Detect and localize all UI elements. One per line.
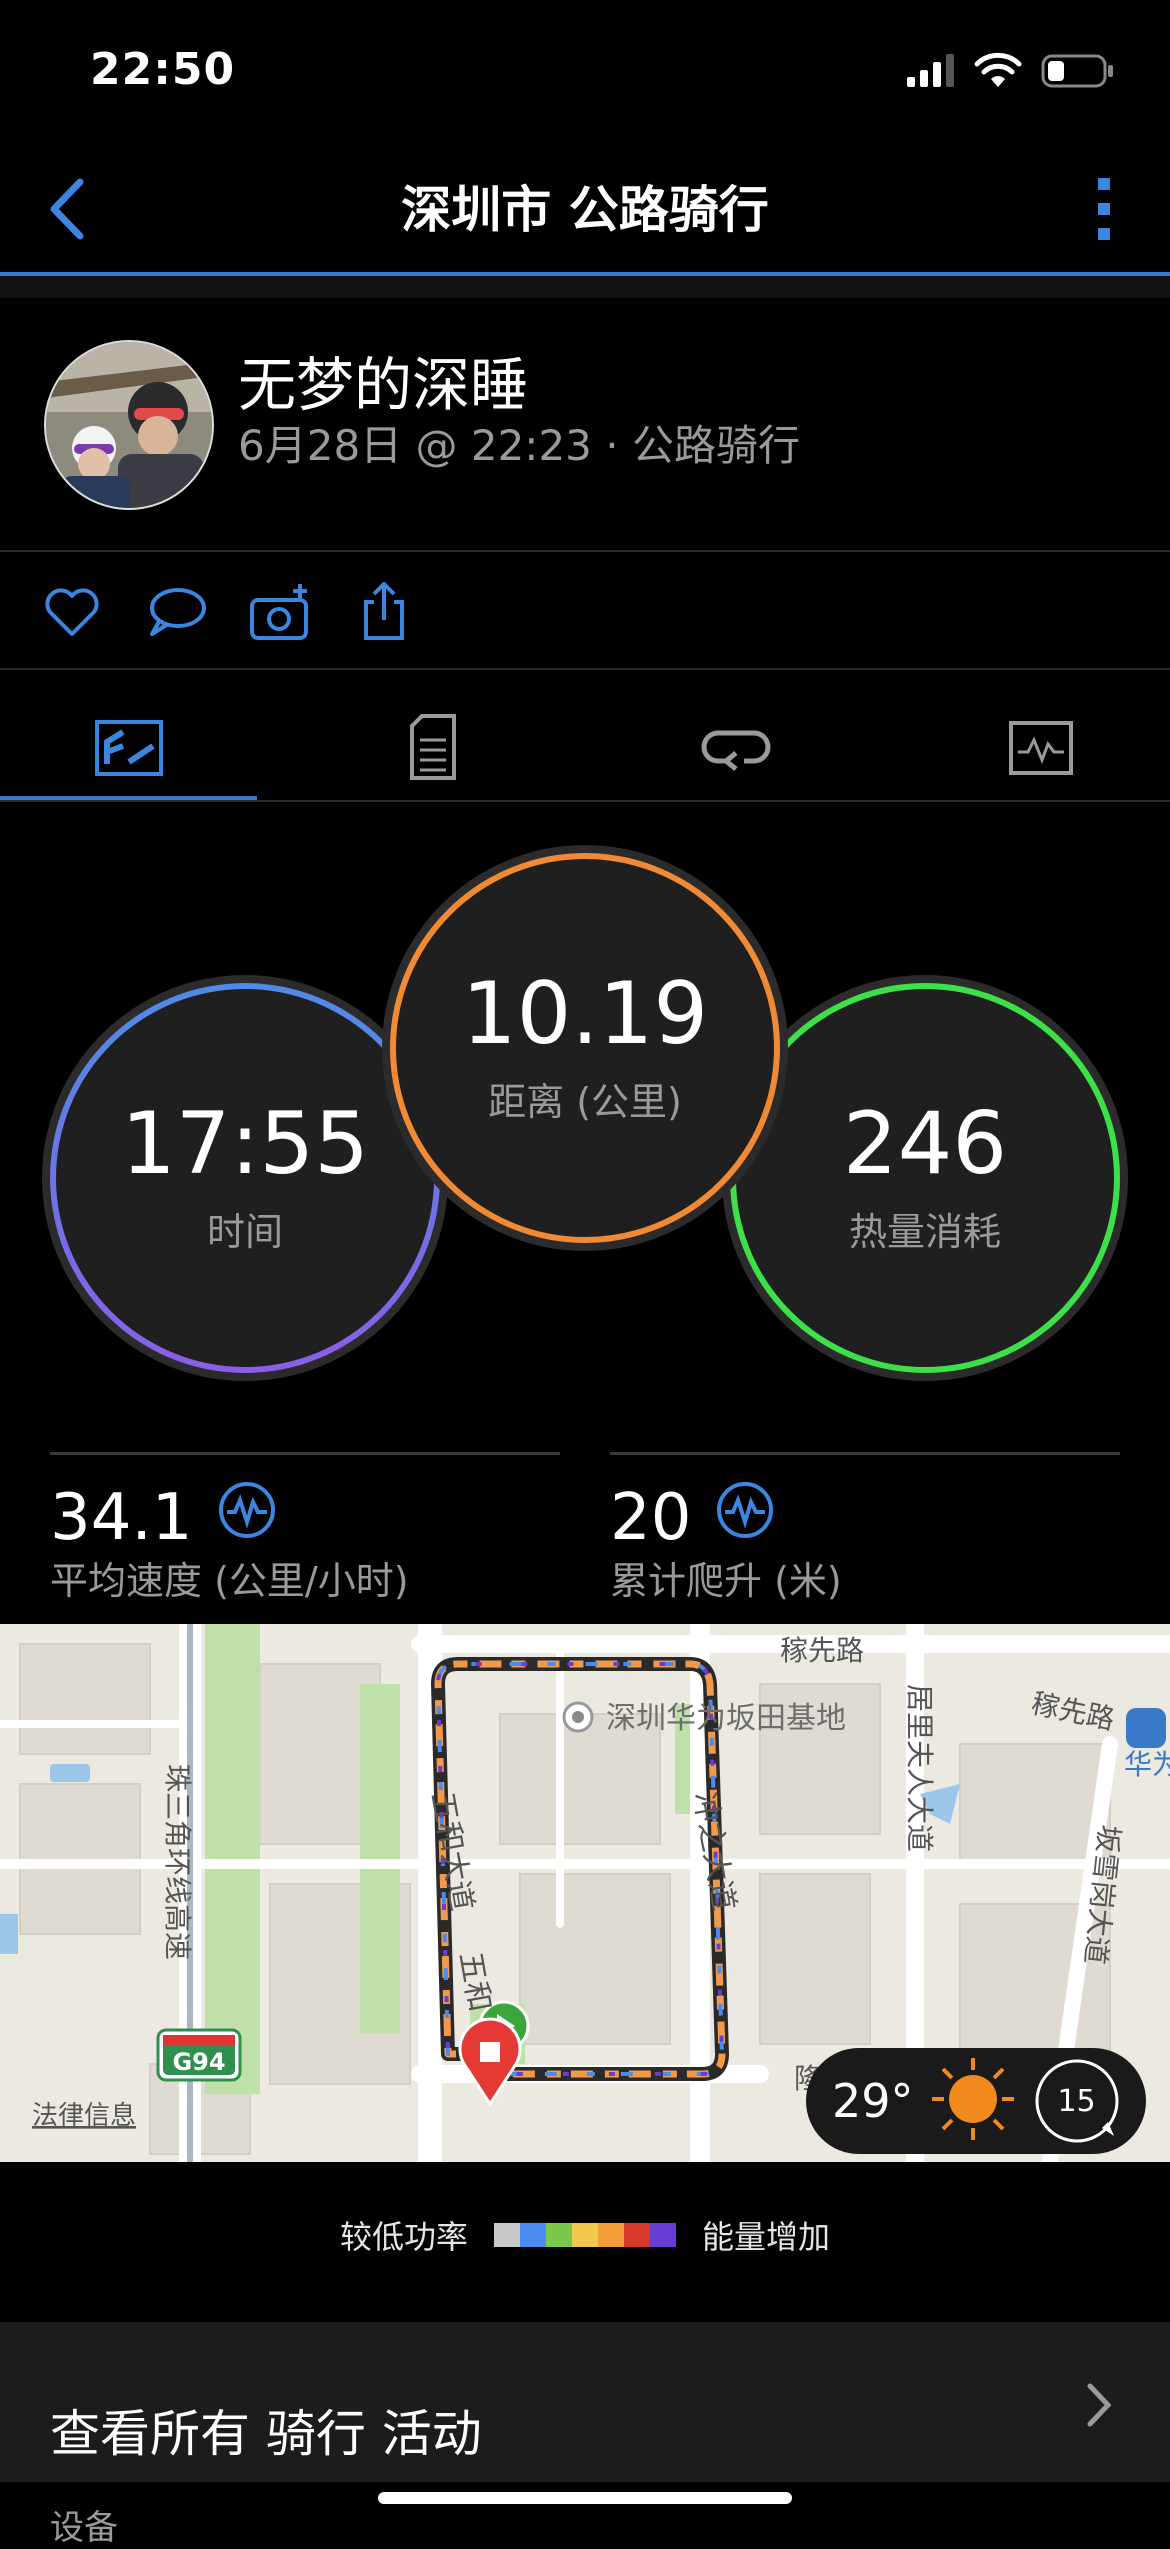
highway-shield: G94 bbox=[172, 2048, 225, 2076]
device-section-title: 设备 bbox=[50, 2508, 118, 2548]
calories-label: 热量消耗 bbox=[848, 1209, 1001, 1254]
signal-icon bbox=[905, 53, 955, 93]
action-bar bbox=[40, 580, 416, 644]
divider bbox=[0, 800, 1170, 802]
ascent-value: 20 bbox=[610, 1481, 692, 1555]
power-legend: 较低功率 能量增加 bbox=[0, 2212, 1170, 2258]
chart-link-icon[interactable] bbox=[715, 1480, 775, 1556]
chevron-right-icon bbox=[1084, 2380, 1114, 2434]
tab-summary[interactable] bbox=[0, 700, 257, 796]
tab-graphs[interactable] bbox=[895, 700, 1170, 796]
sun-icon bbox=[930, 2056, 1016, 2146]
heart-icon[interactable] bbox=[40, 580, 104, 644]
avg-speed-value: 34.1 bbox=[50, 1481, 193, 1555]
distance-value: 10.19 bbox=[461, 963, 709, 1064]
graphs-icon bbox=[1009, 721, 1073, 775]
view-all-activities-label[interactable]: 查看所有 骑行 活动 bbox=[50, 2394, 482, 2466]
map-label: 稼先路 bbox=[1029, 1687, 1118, 1737]
wifi-icon bbox=[973, 52, 1023, 94]
ascent-label: 累计爬升 (米) bbox=[610, 1559, 842, 1603]
more-button[interactable] bbox=[1094, 176, 1114, 246]
calories-value: 246 bbox=[842, 1093, 1008, 1194]
summary-icon bbox=[94, 720, 163, 776]
temperature: 29° bbox=[832, 2074, 914, 2128]
legend-high-label: 能量增加 bbox=[702, 2218, 831, 2256]
activity-meta: 6月28日 @ 22:23 · 公路骑行 bbox=[238, 421, 800, 470]
map-label: 五和 bbox=[452, 1949, 497, 2014]
legend-low-label: 较低功率 bbox=[339, 2218, 468, 2256]
map-label: 珠三角环线高速 bbox=[161, 1764, 194, 1960]
page-title: 深圳市 公路骑行 bbox=[401, 181, 769, 239]
divider bbox=[0, 668, 1170, 670]
comment-icon[interactable] bbox=[144, 580, 208, 644]
map-label: 居里夫人大道 bbox=[903, 1684, 936, 1852]
section-gap bbox=[0, 276, 1170, 298]
map-label: 深圳华为坂田基地 bbox=[606, 1701, 846, 1736]
divider bbox=[50, 1452, 560, 1455]
laps-icon bbox=[701, 730, 771, 771]
chart-link-icon[interactable] bbox=[217, 1480, 277, 1556]
time-value: 17:55 bbox=[121, 1093, 369, 1194]
home-indicator bbox=[378, 2492, 792, 2504]
status-time: 22:50 bbox=[90, 44, 236, 95]
distance-label: 距离 (公里) bbox=[488, 1079, 682, 1124]
more-vertical-icon bbox=[1098, 178, 1110, 240]
status-icons bbox=[905, 52, 1115, 94]
wind-speed: 15 bbox=[1057, 2083, 1096, 2119]
avatar[interactable] bbox=[44, 340, 214, 510]
divider bbox=[0, 550, 1170, 552]
legend-gradient bbox=[494, 2223, 676, 2247]
calories-circle: 246 热量消耗 bbox=[730, 983, 1120, 1373]
avg-speed-stat: 34.1 bbox=[50, 1480, 277, 1556]
share-icon[interactable] bbox=[352, 580, 416, 644]
time-circle: 17:55 时间 bbox=[50, 983, 440, 1373]
tab-details[interactable] bbox=[287, 700, 579, 796]
wind-indicator: 15 bbox=[1032, 2056, 1122, 2146]
distance-circle: 10.19 距离 (公里) bbox=[390, 853, 780, 1243]
divider bbox=[610, 1452, 1120, 1455]
weather-badge: 29° 15 bbox=[806, 2048, 1146, 2154]
user-name[interactable]: 无梦的深睡 bbox=[238, 338, 528, 422]
time-label: 时间 bbox=[206, 1209, 283, 1254]
tab-laps[interactable] bbox=[590, 700, 882, 796]
details-icon bbox=[410, 714, 456, 780]
legal-link[interactable]: 法律信息 bbox=[32, 2101, 136, 2131]
map-label: 华为 bbox=[1124, 1748, 1170, 1781]
avg-speed-label: 平均速度 (公里/小时) bbox=[50, 1559, 409, 1603]
battery-icon bbox=[1041, 53, 1115, 93]
camera-add-icon[interactable] bbox=[248, 580, 312, 644]
ascent-stat: 20 bbox=[610, 1480, 775, 1556]
map-label: 稼先路 bbox=[780, 1634, 864, 1667]
